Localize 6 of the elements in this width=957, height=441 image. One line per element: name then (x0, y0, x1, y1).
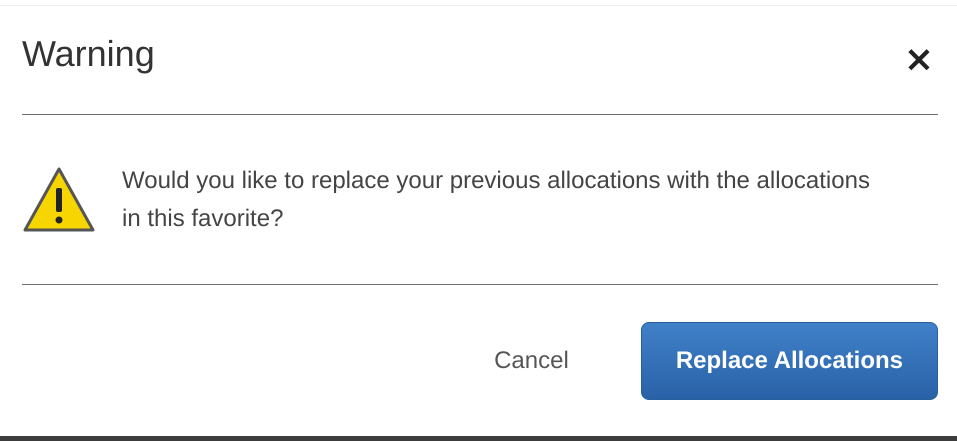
warning-message: Would you like to replace your previous allocations with the allocations in this favorite? (122, 166, 871, 234)
cancel-button[interactable]: Cancel (494, 322, 569, 400)
close-button[interactable]: × (900, 42, 938, 78)
warning-icon (22, 166, 96, 234)
dialog-title: Warning (22, 33, 155, 75)
replace-button[interactable]: Replace Allocations (640, 322, 938, 400)
